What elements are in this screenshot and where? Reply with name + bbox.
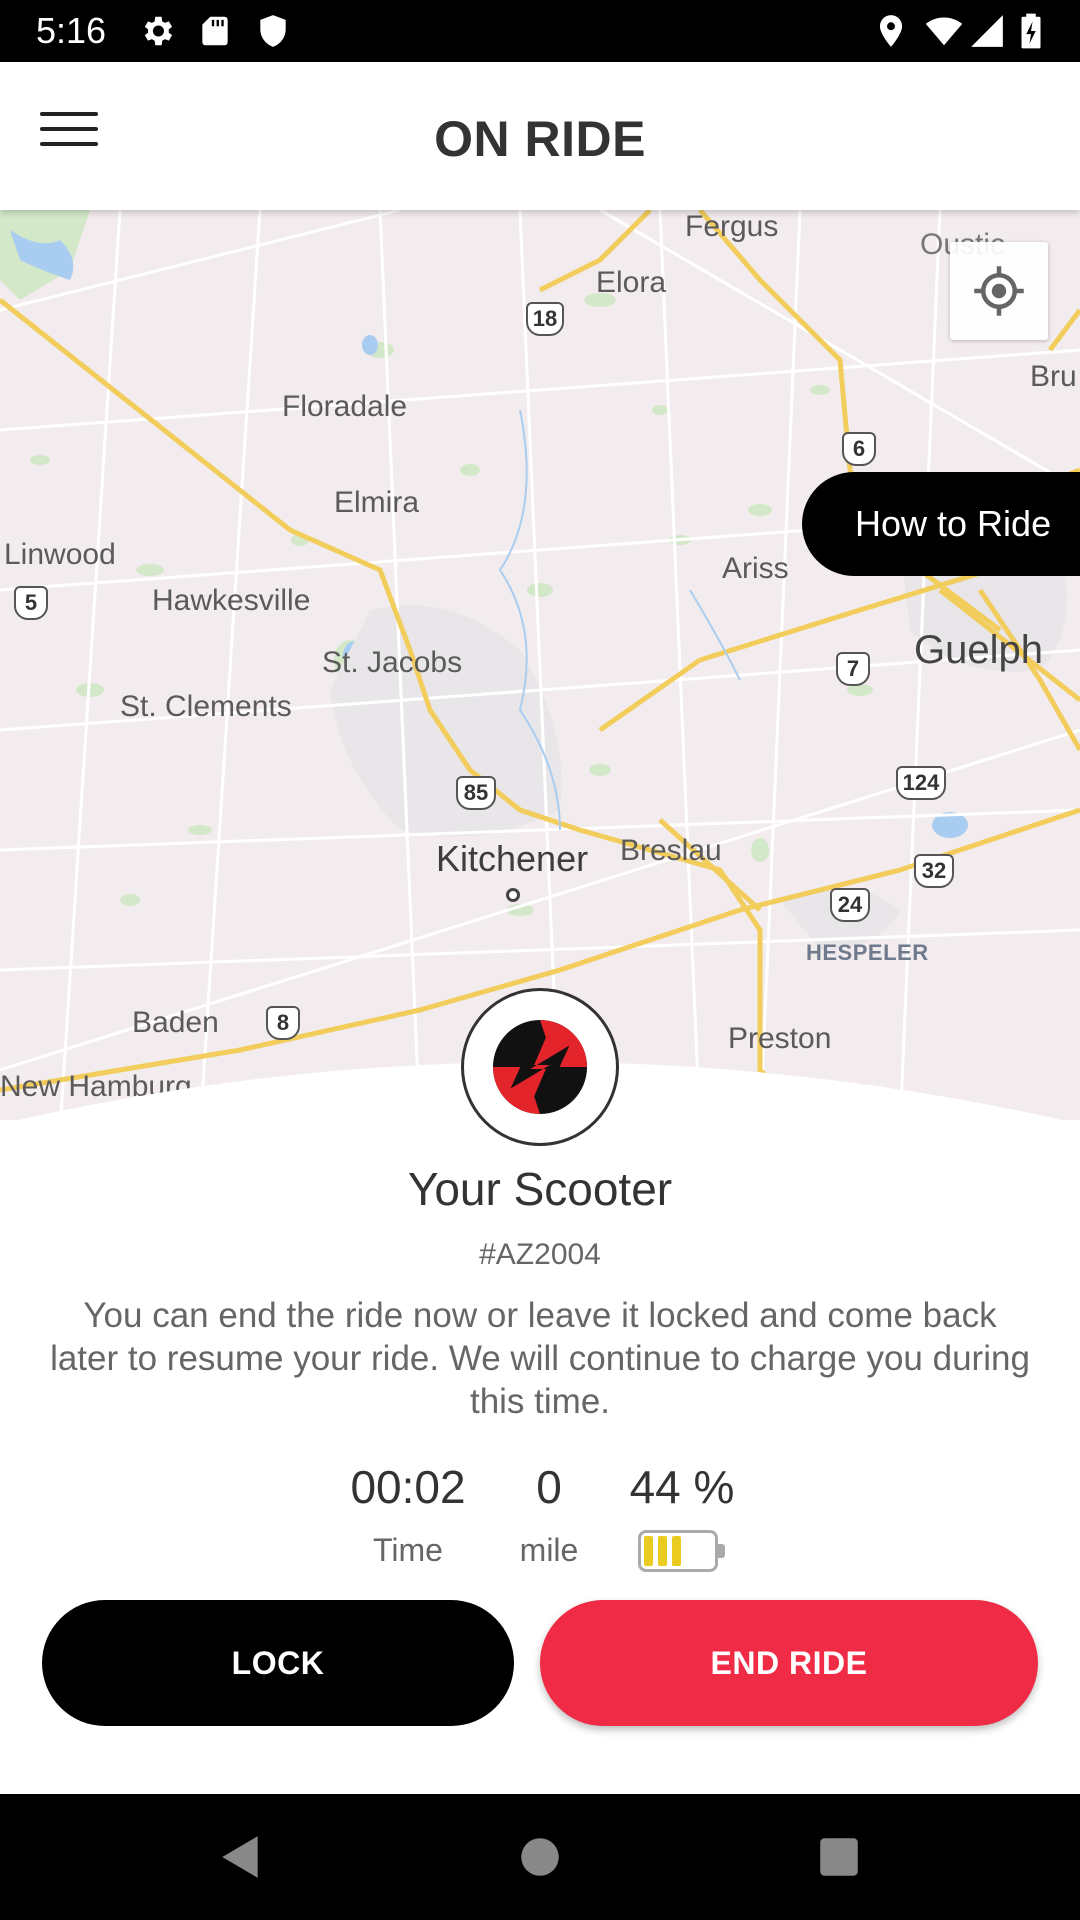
- scooter-id: #AZ2004: [479, 1238, 601, 1271]
- page-title: ON RIDE: [434, 111, 646, 167]
- map-label-guelph: Guelph: [914, 628, 1043, 672]
- lock-button[interactable]: LOCK: [42, 1600, 514, 1726]
- back-icon[interactable]: [216, 1832, 266, 1882]
- how-to-ride-button[interactable]: How to Ride: [802, 472, 1080, 576]
- brand-logo: [461, 988, 619, 1146]
- map-label-hawkesville: Hawkesville: [152, 584, 311, 617]
- navigation-bar: [0, 1794, 1080, 1920]
- battery-icon: [638, 1530, 725, 1572]
- route-shield-85: 85: [456, 776, 496, 810]
- distance-label: mile: [519, 1532, 579, 1568]
- home-icon[interactable]: [515, 1832, 565, 1882]
- map-label-bru: Bru: [1030, 360, 1077, 393]
- brand-logo-icon: [492, 1019, 588, 1115]
- map-label-st-clements: St. Clements: [120, 690, 292, 723]
- route-shield-6: 6: [842, 432, 876, 466]
- route-shield-32: 32: [914, 854, 954, 888]
- time-value: 00:02: [350, 1461, 466, 1513]
- map-label-breslau: Breslau: [620, 834, 722, 867]
- distance-value: 0: [536, 1461, 562, 1513]
- battery-value: 44 %: [629, 1461, 735, 1513]
- map-label-fergus: Fergus: [685, 210, 779, 243]
- route-shield-24: 24: [830, 888, 870, 922]
- wifi-icon: [922, 12, 966, 50]
- my-location-button[interactable]: [950, 242, 1048, 340]
- sd-card-icon: [196, 12, 234, 50]
- map-label-floradale: Floradale: [282, 390, 408, 423]
- map-label-kitchener: Kitchener: [436, 838, 589, 879]
- battery-fill: [644, 1536, 681, 1566]
- time-label: Time: [373, 1532, 443, 1568]
- kitchener-marker: [506, 888, 520, 902]
- ride-message: You can end the ride now or leave it loc…: [50, 1296, 1030, 1421]
- map-label-baden: Baden: [132, 1006, 219, 1039]
- route-shield-124: 124: [896, 766, 946, 800]
- settings-icon: [138, 12, 176, 50]
- map-label-elora: Elora: [596, 266, 667, 299]
- app-bar: ON RIDE: [0, 62, 1080, 210]
- route-shield-18: 18: [526, 302, 564, 336]
- end-ride-button[interactable]: END RIDE: [540, 1600, 1038, 1726]
- signal-icon: [968, 12, 1006, 50]
- map-label-ariss: Ariss: [722, 552, 789, 585]
- map-label-hespeler: HESPELER: [806, 940, 929, 965]
- route-shield-7: 7: [836, 652, 870, 686]
- map-label-elmira: Elmira: [334, 486, 420, 519]
- map-label-st-jacobs: St. Jacobs: [322, 646, 463, 679]
- battery-charging-icon: [1014, 12, 1048, 50]
- status-time: 5:16: [36, 10, 107, 51]
- my-location-icon: [974, 266, 1024, 316]
- status-bar: 5:16: [0, 0, 1080, 62]
- shield-icon: [254, 12, 292, 50]
- route-shield-8: 8: [266, 1006, 300, 1040]
- route-shield-5: 5: [14, 586, 48, 620]
- location-icon: [872, 12, 910, 50]
- scooter-title: Your Scooter: [407, 1163, 673, 1215]
- recents-icon[interactable]: [814, 1832, 864, 1882]
- map-label-linwood: Linwood: [4, 538, 116, 571]
